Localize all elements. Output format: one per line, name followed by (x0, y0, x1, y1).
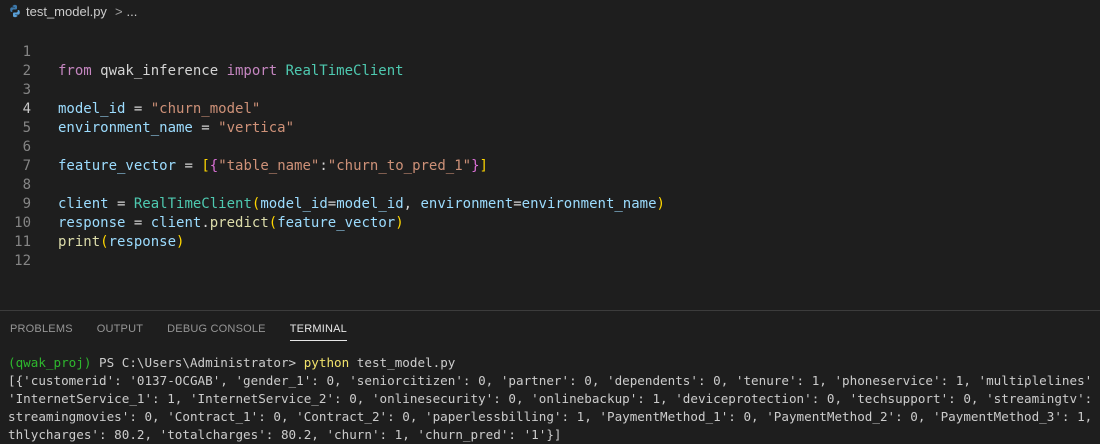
panel-tabs: PROBLEMS OUTPUT DEBUG CONSOLE TERMINAL (0, 311, 1100, 347)
terminal-env: (qwak_proj) (8, 355, 92, 370)
breadcrumb: test_model.py > ... (0, 0, 1100, 22)
terminal-output-line: streamingmovies': 0, 'Contract_1': 0, 'C… (8, 409, 1092, 424)
python-file-icon (10, 4, 20, 18)
code-line-4[interactable]: 4 environment_name = "vertica" (0, 81, 1100, 136)
code-line-7[interactable]: 7 (0, 138, 1100, 174)
code-line-5[interactable]: 5 (0, 100, 1100, 136)
line-number: 12 (14, 253, 31, 269)
code-line-11[interactable]: 11 (0, 214, 1100, 250)
terminal-args: test_model.py (349, 355, 456, 370)
breadcrumb-file[interactable]: test_model.py (26, 4, 107, 19)
terminal-prompt: PS C:\Users\Administrator> (91, 355, 304, 370)
tab-output[interactable]: OUTPUT (97, 311, 143, 347)
terminal[interactable]: (qwak_proj) PS C:\Users\Administrator> p… (8, 354, 1092, 444)
breadcrumb-more[interactable]: ... (127, 4, 138, 19)
code-line-3[interactable]: 3 model_id = "churn_model" (0, 62, 1100, 117)
code-line-8[interactable]: 8 client = RealTimeClient(model_id=model… (0, 157, 1100, 212)
terminal-prompt-line: (qwak_proj) PS C:\Users\Administrator> p… (8, 354, 1092, 372)
terminal-output-line: [{'customerid': '0137-OCGAB', 'gender_1'… (8, 373, 1092, 388)
bottom-panel: PROBLEMS OUTPUT DEBUG CONSOLE TERMINAL (… (0, 311, 1100, 442)
tab-terminal[interactable]: TERMINAL (289, 311, 348, 347)
tab-debug-console[interactable]: DEBUG CONSOLE (167, 311, 266, 347)
code-editor[interactable]: test_model.py > ... 1 from qwak_inferenc… (0, 0, 1100, 310)
chevron-right-icon: > (114, 3, 123, 19)
code-line-1[interactable]: 1 from qwak_inference import RealTimeCli… (0, 24, 1100, 79)
terminal-output-line: thlycharges': 80.2, 'totalcharges': 80.2… (8, 427, 562, 442)
code-line-6[interactable]: 6 feature_vector = [{"table_name":"churn… (0, 119, 1100, 174)
tab-problems[interactable]: PROBLEMS (10, 311, 73, 347)
terminal-output-line: 'InternetService_1': 1, 'InternetService… (8, 391, 1092, 406)
code-line-9[interactable]: 9 response = client.predict(feature_vect… (0, 176, 1100, 231)
code-line-12[interactable]: 12 (0, 233, 1100, 269)
terminal-command: python (303, 355, 350, 370)
code-area[interactable]: 1 from qwak_inference import RealTimeCli… (0, 24, 1100, 269)
code-line-2[interactable]: 2 (0, 43, 1100, 79)
code-line-10[interactable]: 10 print(response) (0, 195, 1100, 250)
